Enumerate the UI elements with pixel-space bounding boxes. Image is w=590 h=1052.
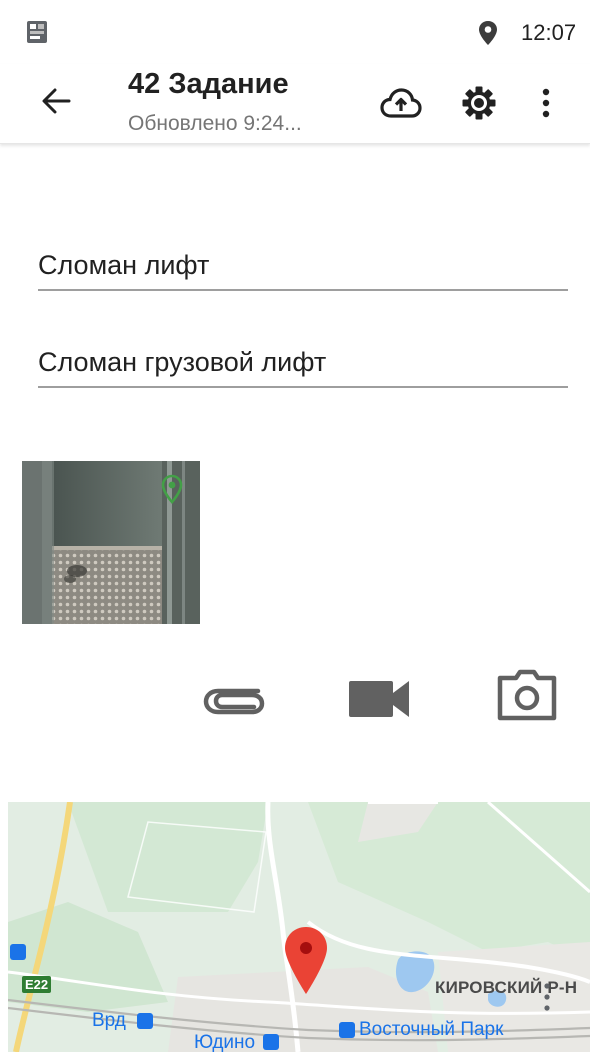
station-icon (10, 944, 26, 960)
map-station-label: Восточный Парк (359, 1019, 504, 1040)
location-marker-icon (161, 474, 183, 504)
take-photo-button[interactable] (494, 664, 560, 726)
task-description-input[interactable] (38, 347, 568, 386)
attach-file-button[interactable] (196, 668, 272, 730)
station-icon (137, 1013, 153, 1029)
settings-button[interactable] (456, 80, 502, 126)
settings-icon (462, 86, 496, 120)
location-pin-icon (478, 20, 498, 46)
photo-thumbnail[interactable] (22, 461, 200, 624)
videocam-icon (349, 681, 409, 717)
app-bar: 42 Задание Обновлено 9:24... (0, 64, 590, 144)
overflow-menu-button[interactable] (526, 80, 566, 126)
road-shield: E22 (22, 976, 52, 993)
more-vert-icon (542, 88, 550, 118)
page-title: 42 Задание (128, 68, 289, 100)
camera-icon (497, 669, 557, 721)
page-subtitle: Обновлено 9:24... (128, 112, 302, 135)
record-video-button[interactable] (344, 668, 414, 730)
map-station-label: Юдино (194, 1032, 256, 1052)
back-button[interactable] (34, 79, 78, 123)
cloud-upload-icon (380, 88, 422, 118)
app-notification-icon (26, 20, 48, 44)
map-district-label: КИРОВСКИЙ Р-Н (435, 978, 578, 997)
task-description-field[interactable] (38, 347, 568, 388)
status-time: 12:07 (521, 20, 577, 45)
station-icon (339, 1022, 355, 1038)
attach-file-icon (203, 688, 265, 715)
status-bar: 12:07 (0, 0, 590, 64)
map-more-vert-icon[interactable] (541, 982, 553, 1012)
station-icon (263, 1034, 279, 1050)
task-title-field[interactable] (38, 250, 568, 291)
task-title-input[interactable] (38, 250, 568, 289)
location-map[interactable]: E22 КИРОВСКИЙ Р-Н Врд Юдино Восточный Па… (8, 802, 590, 1052)
map-station-label: Врд (92, 1010, 126, 1031)
arrow-back-icon (42, 88, 71, 114)
cloud-upload-button[interactable] (378, 80, 424, 126)
